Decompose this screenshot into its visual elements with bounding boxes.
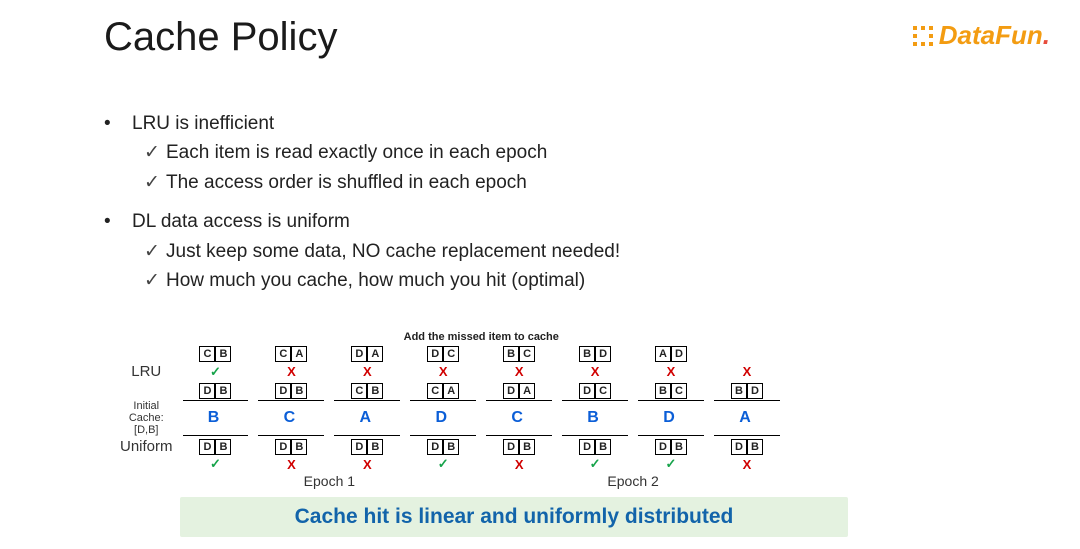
- access-item: D: [410, 400, 476, 436]
- sub-bullet-text: Just keep some data, NO cache replacemen…: [166, 237, 620, 266]
- check-icon: ✓: [144, 168, 166, 197]
- lru-cache-pair: DA: [503, 383, 535, 399]
- epoch1-label: Epoch 1: [183, 473, 477, 489]
- miss-mark-icon: X: [562, 363, 628, 380]
- miss-mark-icon: X: [258, 363, 324, 380]
- initial-cache-label: Initial Cache: [D,B]: [120, 400, 173, 436]
- lru-cache-pair: CA: [427, 383, 459, 399]
- check-icon: ✓: [144, 237, 166, 266]
- sub-bullet-text: How much you cache, how much you hit (op…: [166, 266, 585, 295]
- uniform-cache-pair: DB: [731, 439, 763, 455]
- sub-bullet: ✓ Each item is read exactly once in each…: [144, 138, 924, 167]
- uniform-cache-pair: DB: [427, 439, 459, 455]
- epoch2-label: Epoch 2: [486, 473, 780, 489]
- lru-before-pair: DA: [351, 346, 383, 362]
- sub-bullet-text: Each item is read exactly once in each e…: [166, 138, 547, 167]
- access-item: C: [258, 400, 324, 436]
- lru-cache-pair: DB: [275, 383, 307, 399]
- miss-mark-icon: X: [714, 363, 780, 380]
- sub-bullet-text: The access order is shuffled in each epo…: [166, 168, 527, 197]
- miss-mark-icon: X: [714, 456, 780, 472]
- lru-cache-pair: BD: [731, 383, 763, 399]
- access-sequence-row: Initial Cache: [D,B] B C A D C B D A: [120, 400, 780, 436]
- conclusion-callout: Cache hit is linear and uniformly distri…: [180, 497, 848, 537]
- lru-row-label: LRU: [120, 363, 173, 380]
- uniform-row-label: Uniform: [120, 437, 173, 455]
- lru-state-row: DB DB CB CA DA DC BC BD: [120, 381, 780, 399]
- lru-before-pair: CA: [275, 346, 307, 362]
- epoch-label-row: Epoch 1 Epoch 2: [120, 473, 780, 489]
- sub-bullet: ✓ The access order is shuffled in each e…: [144, 168, 924, 197]
- lru-before-pair: BC: [503, 346, 535, 362]
- uniform-cache-pair: DB: [503, 439, 535, 455]
- logo-text: DataFun: [939, 20, 1043, 51]
- bullet-dot-icon: •: [104, 207, 132, 236]
- miss-mark-icon: X: [334, 363, 400, 380]
- uniform-cache-pair: DB: [655, 439, 687, 455]
- lru-cache-pair: CB: [351, 383, 383, 399]
- miss-mark-icon: X: [410, 363, 476, 380]
- uniform-mark-row: ✓ X X ✓ X ✓ ✓ X: [120, 456, 780, 472]
- access-item: C: [486, 400, 552, 436]
- lru-before-pair: CB: [199, 346, 231, 362]
- bullet-lru-text: LRU is inefficient: [132, 109, 274, 138]
- lru-before-pair: AD: [655, 346, 687, 362]
- lru-cache-pair: BC: [655, 383, 687, 399]
- uniform-cache-pair: DB: [351, 439, 383, 455]
- access-item: B: [562, 400, 628, 436]
- access-item: A: [334, 400, 400, 436]
- access-item: A: [714, 400, 780, 436]
- bullet-dot-icon: •: [104, 109, 132, 138]
- bullet-lru: • LRU is inefficient: [104, 109, 924, 138]
- uniform-state-row: Uniform DB DB DB DB DB DB DB DB: [120, 437, 780, 455]
- diagram-table: Add the missed item to cache CB CA DA DC…: [110, 330, 790, 490]
- hit-mark-icon: ✓: [183, 363, 249, 380]
- hit-mark-icon: ✓: [183, 456, 249, 472]
- miss-mark-icon: X: [334, 456, 400, 472]
- logo-dots: [911, 26, 941, 46]
- miss-mark-icon: X: [258, 456, 324, 472]
- bullet-dl-text: DL data access is uniform: [132, 207, 350, 236]
- uniform-cache-pair: DB: [579, 439, 611, 455]
- slide-title: Cache Policy: [104, 15, 337, 60]
- slide-body: • LRU is inefficient ✓ Each item is read…: [104, 105, 924, 296]
- check-icon: ✓: [144, 138, 166, 167]
- lru-mark-row: LRU ✓ X X X X X X X: [120, 363, 780, 380]
- access-item: D: [638, 400, 704, 436]
- logo-period: .: [1043, 20, 1050, 50]
- cache-diagram: Add the missed item to cache CB CA DA DC…: [110, 330, 790, 490]
- uniform-cache-pair: DB: [275, 439, 307, 455]
- uniform-cache-pair: DB: [199, 439, 231, 455]
- lru-top-row: CB CA DA DC BC BD AD: [120, 344, 780, 362]
- miss-mark-icon: X: [638, 363, 704, 380]
- hit-mark-icon: ✓: [410, 456, 476, 472]
- miss-mark-icon: X: [486, 456, 552, 472]
- hit-mark-icon: ✓: [562, 456, 628, 472]
- miss-mark-icon: X: [486, 363, 552, 380]
- hit-mark-icon: ✓: [638, 456, 704, 472]
- lru-before-pair: BD: [579, 346, 611, 362]
- brand-logo: DataFun.: [911, 20, 1050, 51]
- sub-bullet: ✓ How much you cache, how much you hit (…: [144, 266, 924, 295]
- sub-bullet: ✓ Just keep some data, NO cache replacem…: [144, 237, 924, 266]
- bullet-dl: • DL data access is uniform: [104, 207, 924, 236]
- check-icon: ✓: [144, 266, 166, 295]
- lru-before-pair: DC: [427, 346, 459, 362]
- lru-cache-pair: DB: [199, 383, 231, 399]
- diagram-caption: Add the missed item to cache: [183, 331, 780, 343]
- lru-cache-pair: DC: [579, 383, 611, 399]
- access-item: B: [183, 400, 249, 436]
